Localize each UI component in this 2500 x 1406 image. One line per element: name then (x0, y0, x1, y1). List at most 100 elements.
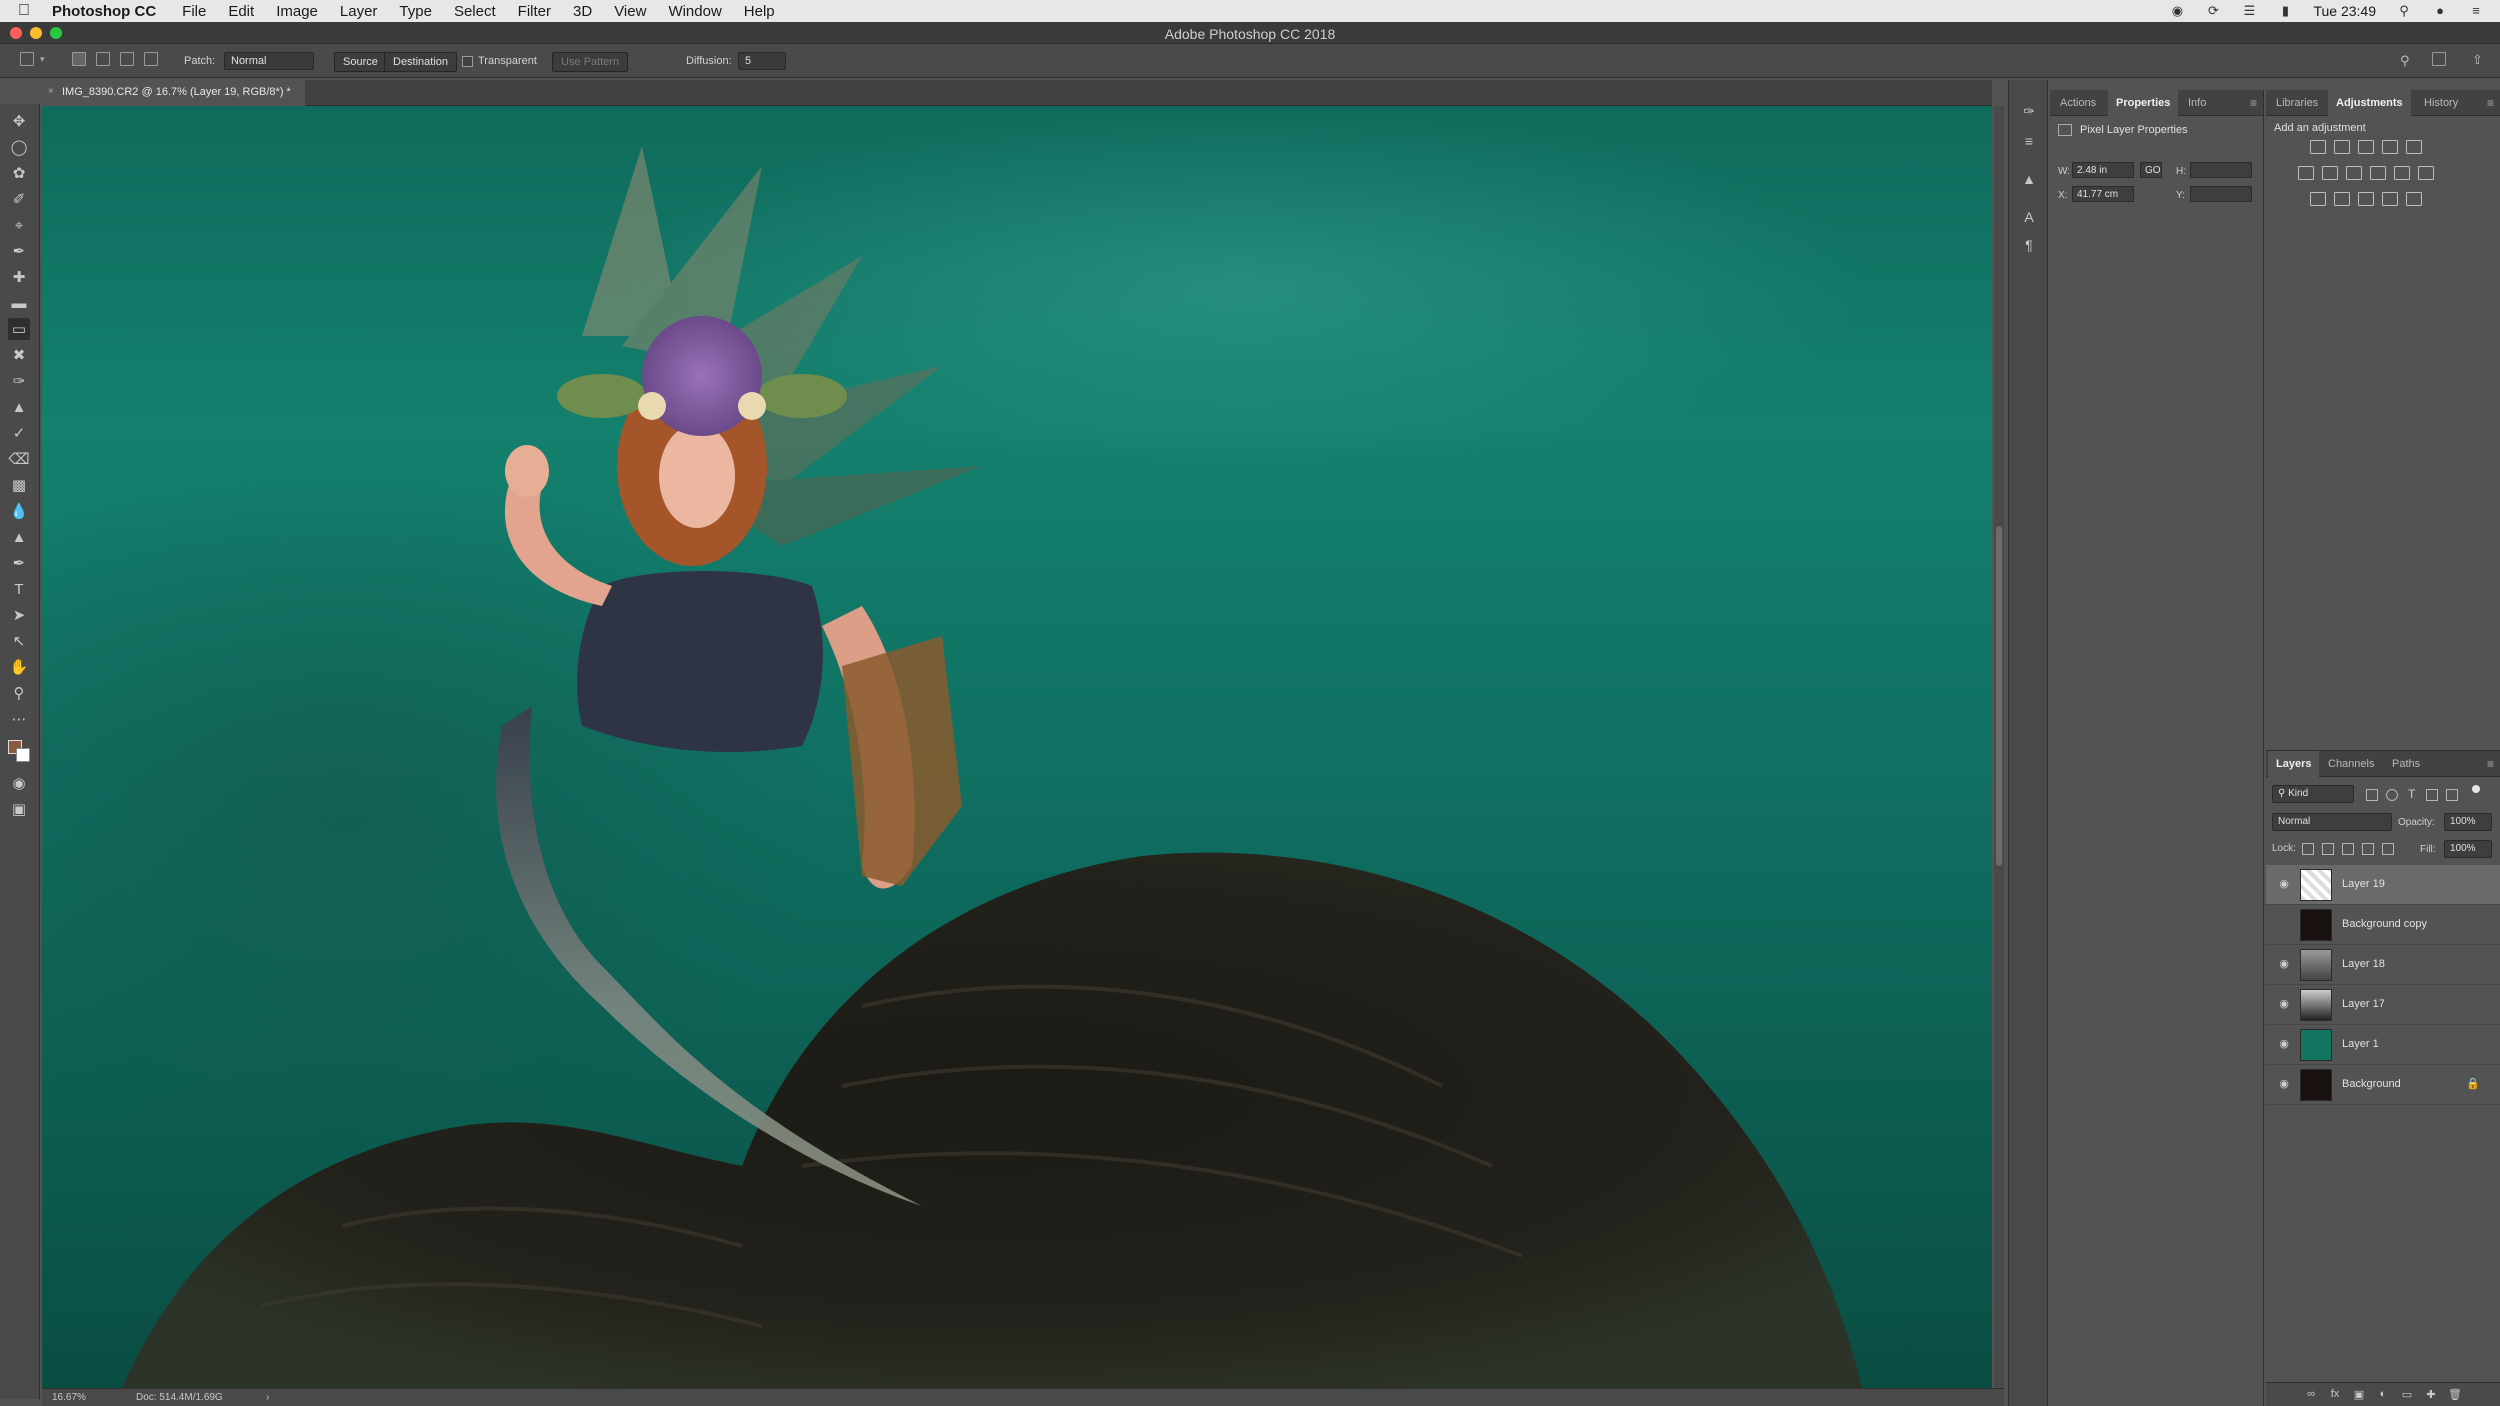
add-mask-icon[interactable]: ▣ (2352, 1388, 2366, 1402)
photo-filter-icon[interactable] (2370, 166, 2386, 180)
new-adjustment-layer-icon[interactable]: ◐ (2376, 1388, 2390, 1402)
content-aware-move-tool-icon[interactable]: ✖ (8, 344, 30, 366)
menubar-clock[interactable]: Tue 23:49 (2313, 3, 2376, 19)
paragraph-icon[interactable]: ¶ (2020, 236, 2038, 254)
fill-field[interactable]: 100% (2444, 840, 2492, 858)
wifi-icon[interactable]: ☰ (2241, 4, 2257, 18)
adjustments-panel-menu-icon[interactable]: ≡ (2487, 96, 2494, 110)
clone-stamp-tool-icon[interactable]: ▲ (8, 396, 30, 418)
document-canvas[interactable] (42, 106, 1992, 1388)
black-white-icon[interactable] (2346, 166, 2362, 180)
subtract-selection-icon[interactable] (120, 52, 134, 66)
layer-row-background-copy[interactable]: Background copy (2266, 905, 2500, 945)
share-icon[interactable]: ⇧ (2472, 52, 2483, 68)
new-group-icon[interactable]: ▭ (2400, 1388, 2414, 1402)
menu-filter[interactable]: Filter (518, 3, 551, 20)
gradient-map-icon[interactable] (2382, 192, 2398, 206)
layer-style-fx-icon[interactable]: fx (2328, 1388, 2342, 1402)
visibility-hidden-slot[interactable] (2276, 917, 2292, 931)
character-icon[interactable]: A (2020, 208, 2038, 226)
layer-row-layer-17[interactable]: ◉ Layer 17 (2266, 985, 2500, 1025)
filter-type-icon[interactable]: T (2408, 787, 2415, 801)
brightness-contrast-icon[interactable] (2310, 140, 2326, 154)
screen-mode-icon[interactable]: ▣ (8, 798, 30, 820)
posterize-icon[interactable] (2334, 192, 2350, 206)
brush-tool-icon[interactable]: ✑ (8, 370, 30, 392)
width-field[interactable]: 2.48 in (2072, 162, 2134, 178)
direct-selection-tool-icon[interactable]: ↖ (8, 630, 30, 652)
battery-icon[interactable]: ▮ (2277, 4, 2293, 18)
visibility-eye-icon[interactable]: ◉ (2276, 877, 2292, 891)
hue-saturation-icon[interactable] (2298, 166, 2314, 180)
tab-actions[interactable]: Actions (2052, 90, 2104, 116)
dodge-tool-icon[interactable]: ▲ (8, 526, 30, 548)
menu-3d[interactable]: 3D (573, 3, 592, 20)
properties-panel-menu-icon[interactable]: ≡ (2250, 96, 2257, 110)
color-balance-icon[interactable] (2322, 166, 2338, 180)
spotlight-search-icon[interactable]: ⚲ (2396, 4, 2412, 18)
pen-tool-icon[interactable]: ✒ (8, 552, 30, 574)
creative-cloud-icon[interactable]: ◉ (2169, 4, 2185, 18)
curves-icon[interactable] (2358, 140, 2374, 154)
blend-mode-select[interactable]: Normal (2272, 813, 2392, 831)
use-pattern-button[interactable]: Use Pattern (552, 52, 629, 72)
tab-paths[interactable]: Paths (2384, 751, 2428, 777)
filter-adjustment-icon[interactable] (2386, 789, 2398, 801)
quick-selection-tool-icon[interactable]: ✐ (8, 188, 30, 210)
ruler-tool-icon[interactable]: ▬ (8, 292, 30, 314)
layer-name[interactable]: Layer 18 (2342, 958, 2385, 970)
menu-help[interactable]: Help (744, 3, 775, 20)
menu-view[interactable]: View (614, 3, 646, 20)
move-tool-icon[interactable]: ✥ (8, 110, 30, 132)
invert-icon[interactable] (2310, 192, 2326, 206)
menu-layer[interactable]: Layer (340, 3, 378, 20)
filter-shape-icon[interactable] (2426, 789, 2438, 801)
selective-color-icon[interactable] (2406, 192, 2422, 206)
source-button[interactable]: Source (334, 52, 387, 72)
workspace-icon[interactable] (2432, 52, 2446, 66)
layer-row-layer-19[interactable]: ◉ Layer 19 (2266, 865, 2500, 905)
visibility-eye-icon[interactable]: ◉ (2276, 1077, 2292, 1091)
search-icon[interactable]: ⚲ (2400, 53, 2410, 69)
lock-transparent-pixels-icon[interactable] (2302, 843, 2314, 855)
lasso-tool-icon[interactable]: ✿ (8, 162, 30, 184)
menu-edit[interactable]: Edit (228, 3, 254, 20)
vibrance-icon[interactable] (2406, 140, 2422, 154)
adjustments-icon[interactable]: ≡ (2020, 132, 2038, 150)
tab-history[interactable]: History (2416, 90, 2466, 116)
marquee-tool-icon[interactable]: ◯ (8, 136, 30, 158)
patch-mode-select[interactable]: Normal (224, 52, 314, 70)
menu-type[interactable]: Type (399, 3, 432, 20)
exposure-icon[interactable] (2382, 140, 2398, 154)
clone-source-icon[interactable]: ▲ (2020, 170, 2038, 188)
hand-tool-icon[interactable]: ✋ (8, 656, 30, 678)
zoom-level[interactable]: 16.67% (52, 1392, 86, 1403)
intersect-selection-icon[interactable] (144, 52, 158, 66)
visibility-eye-icon[interactable]: ◉ (2276, 1037, 2292, 1051)
siri-icon[interactable]: ● (2432, 4, 2448, 18)
zoom-tool-icon[interactable]: ⚲ (8, 682, 30, 704)
new-layer-icon[interactable]: ✚ (2424, 1388, 2438, 1402)
filter-smart-object-icon[interactable] (2446, 789, 2458, 801)
y-position-field[interactable] (2190, 186, 2252, 202)
lock-position-icon[interactable] (2342, 843, 2354, 855)
apple-icon[interactable]:  (18, 2, 38, 20)
tab-info[interactable]: Info (2180, 90, 2214, 116)
quick-mask-icon[interactable]: ◉ (8, 772, 30, 794)
tab-adjustments[interactable]: Adjustments (2328, 90, 2411, 116)
app-name-menu[interactable]: Photoshop CC (52, 3, 156, 20)
link-layers-icon[interactable]: ∞ (2304, 1388, 2318, 1402)
destination-button[interactable]: Destination (384, 52, 458, 72)
layer-row-background[interactable]: ◉ Background 🔒 (2266, 1065, 2500, 1105)
crop-tool-icon[interactable]: ⌖ (8, 214, 30, 236)
tab-layers[interactable]: Layers (2268, 751, 2320, 777)
diffusion-select[interactable]: 5 (738, 52, 786, 70)
lock-artboard-icon[interactable] (2362, 843, 2374, 855)
filter-pixel-icon[interactable] (2366, 789, 2378, 801)
history-brush-tool-icon[interactable]: ✓ (8, 422, 30, 444)
eyedropper-tool-icon[interactable]: ✒ (8, 240, 30, 262)
background-color-swatch[interactable] (16, 748, 30, 762)
color-lookup-icon[interactable] (2418, 166, 2434, 180)
visibility-eye-icon[interactable]: ◉ (2276, 997, 2292, 1011)
type-tool-icon[interactable]: T (8, 578, 30, 600)
